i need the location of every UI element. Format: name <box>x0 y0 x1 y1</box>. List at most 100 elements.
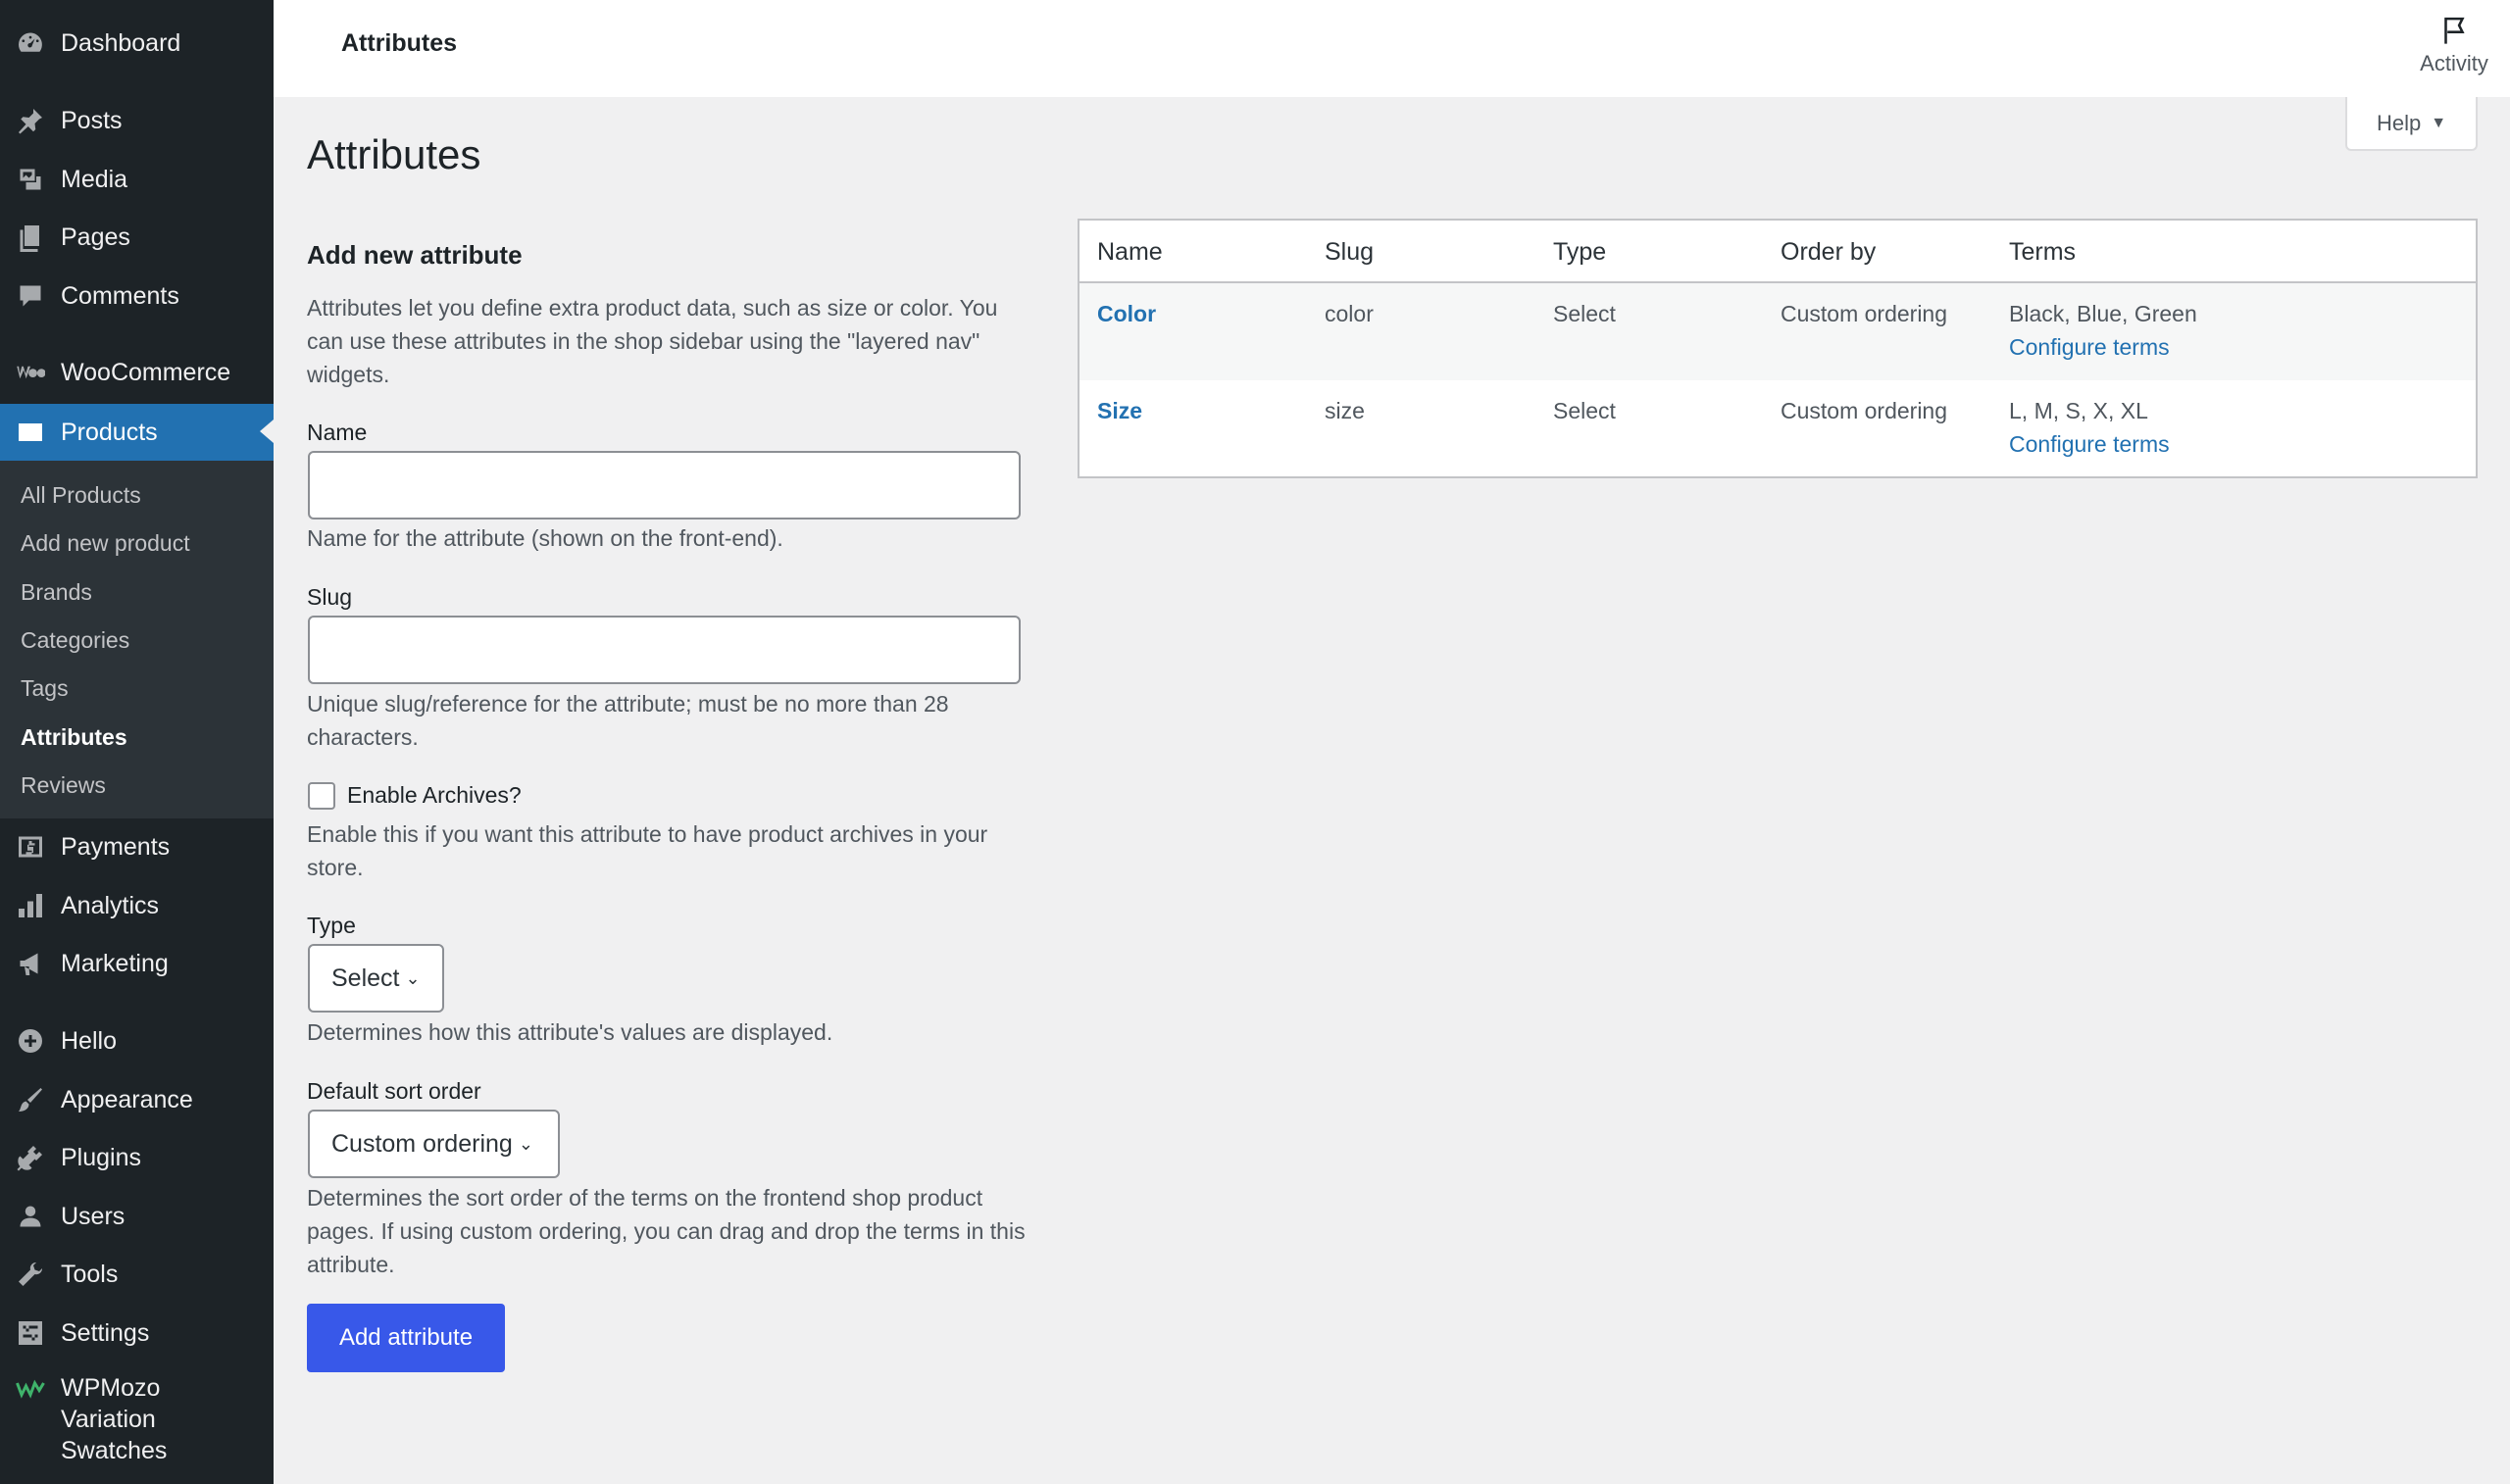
comment-icon <box>0 281 61 311</box>
attribute-name-link[interactable]: Color <box>1097 301 1156 327</box>
menu-label: Users <box>61 1202 126 1230</box>
wpmozo-logo-icon <box>0 1372 61 1404</box>
form-intro: Attributes let you define extra product … <box>307 295 998 387</box>
menu-settings[interactable]: Settings <box>0 1306 274 1360</box>
pages-icon <box>0 223 61 252</box>
sort-order-select[interactable]: Custom ordering ⌄ <box>308 1110 560 1178</box>
table-row: Color color Select Custom ordering Black… <box>1079 283 2476 380</box>
menu-label: Marketing <box>61 949 169 977</box>
enable-archives-label: Enable Archives? <box>347 782 522 808</box>
slug-label: Slug <box>307 584 353 610</box>
column-header-type: Type <box>1553 238 1607 266</box>
add-attribute-button[interactable]: Add attribute <box>307 1304 505 1372</box>
menu-products[interactable]: Products <box>0 404 274 461</box>
name-input[interactable] <box>308 451 1021 519</box>
menu-label: Pages <box>61 223 130 251</box>
menu-label: Dashboard <box>61 28 181 57</box>
type-select-value: Select <box>331 964 400 992</box>
submenu-all-products[interactable]: All Products <box>21 482 141 509</box>
caret-down-icon: ▼ <box>2431 114 2447 131</box>
menu-woocommerce[interactable]: WooCommerce <box>0 345 274 400</box>
menu-pages[interactable]: Pages <box>0 210 274 265</box>
media-icon <box>0 165 61 194</box>
type-select[interactable]: Select ⌄ <box>308 944 444 1013</box>
menu-label: Hello <box>61 1026 117 1055</box>
attribute-order-by: Custom ordering <box>1781 398 1948 423</box>
slug-input[interactable] <box>308 616 1021 684</box>
column-header-name[interactable]: Name <box>1097 238 1163 267</box>
analytics-icon <box>0 891 61 920</box>
menu-label-line: WPMozo <box>61 1374 161 1402</box>
attribute-slug: size <box>1325 398 1365 423</box>
attribute-type: Select <box>1553 398 1616 423</box>
menu-comments[interactable]: Comments <box>0 269 274 323</box>
submenu-brands[interactable]: Brands <box>21 579 92 606</box>
megaphone-icon <box>0 949 61 978</box>
submenu-tags[interactable]: Tags <box>21 675 69 702</box>
sort-order-help: Determines the sort order of the terms o… <box>307 1185 1026 1277</box>
activity-label: Activity <box>2420 51 2488 75</box>
submenu-reviews[interactable]: Reviews <box>21 772 106 799</box>
name-label: Name <box>307 420 368 445</box>
name-help: Name for the attribute (shown on the fro… <box>307 525 783 551</box>
menu-users[interactable]: Users <box>0 1189 274 1244</box>
flag-icon <box>2444 17 2465 44</box>
enable-archives-checkbox[interactable] <box>308 782 335 810</box>
sort-order-label: Default sort order <box>307 1078 481 1104</box>
menu-label: Plugins <box>61 1143 141 1171</box>
settings-icon <box>0 1318 61 1348</box>
menu-label: Comments <box>61 281 179 310</box>
products-icon <box>0 418 61 447</box>
menu-media[interactable]: Media <box>0 152 274 207</box>
type-label: Type <box>307 913 356 938</box>
help-label: Help <box>2376 110 2422 135</box>
payments-icon <box>0 832 61 862</box>
attribute-terms: Black, Blue, Green <box>2009 301 2197 326</box>
admin-sidebar: Dashboard Posts Media Pages Comments Woo… <box>0 0 274 1484</box>
attribute-terms: L, M, S, X, XL <box>2009 398 2148 423</box>
configure-terms-link[interactable]: Configure terms <box>2009 334 2170 361</box>
menu-label-line: Variation <box>61 1406 156 1433</box>
menu-label: Media <box>61 165 128 193</box>
menu-tools[interactable]: Tools <box>0 1247 274 1302</box>
menu-label: WooCommerce <box>61 358 231 386</box>
activity-button[interactable]: Activity <box>2412 14 2496 76</box>
menu-label: Settings <box>61 1318 150 1347</box>
attributes-table: Name Slug Type Order by Terms Color colo… <box>1078 219 2478 478</box>
dashboard-icon <box>0 28 61 58</box>
type-help: Determines how this attribute's values a… <box>307 1019 833 1045</box>
menu-dashboard[interactable]: Dashboard <box>0 16 274 71</box>
brush-icon <box>0 1085 61 1114</box>
menu-label-line: Swatches <box>61 1437 168 1464</box>
woocommerce-icon <box>0 358 61 387</box>
menu-label: Tools <box>61 1260 119 1288</box>
submenu-add-new-product[interactable]: Add new product <box>21 530 190 557</box>
menu-marketing[interactable]: Marketing <box>0 936 274 991</box>
menu-appearance[interactable]: Appearance <box>0 1072 274 1127</box>
menu-hello[interactable]: Hello <box>0 1014 274 1068</box>
attribute-name-link[interactable]: Size <box>1097 398 1142 424</box>
archives-help: Enable this if you want this attribute t… <box>307 821 988 880</box>
attribute-order-by: Custom ordering <box>1781 301 1948 326</box>
menu-label: Posts <box>61 106 123 134</box>
chevron-down-icon: ⌄ <box>518 1133 533 1154</box>
products-submenu: All Products Add new product Brands Cate… <box>0 461 274 818</box>
help-button[interactable]: Help ▼ <box>2345 97 2478 151</box>
submenu-attributes[interactable]: Attributes <box>21 724 127 751</box>
column-header-terms: Terms <box>2009 238 2077 266</box>
menu-wpmozo-variation-swatches[interactable]: WPMozo Variation Swatches <box>0 1372 274 1470</box>
table-row: Size size Select Custom ordering L, M, S… <box>1079 380 2476 476</box>
plug-icon <box>0 1143 61 1172</box>
menu-posts[interactable]: Posts <box>0 93 274 148</box>
attribute-slug: color <box>1325 301 1374 326</box>
plus-circle-icon <box>0 1026 61 1056</box>
menu-payments[interactable]: Payments <box>0 819 274 874</box>
submenu-categories[interactable]: Categories <box>21 627 129 654</box>
form-heading: Add new attribute <box>307 240 523 270</box>
configure-terms-link[interactable]: Configure terms <box>2009 431 2170 458</box>
top-header: Attributes Activity <box>274 0 2510 97</box>
menu-label: WPMozo Variation Swatches <box>61 1372 167 1466</box>
menu-analytics[interactable]: Analytics <box>0 878 274 933</box>
menu-plugins[interactable]: Plugins <box>0 1130 274 1185</box>
menu-label: Analytics <box>61 891 160 919</box>
